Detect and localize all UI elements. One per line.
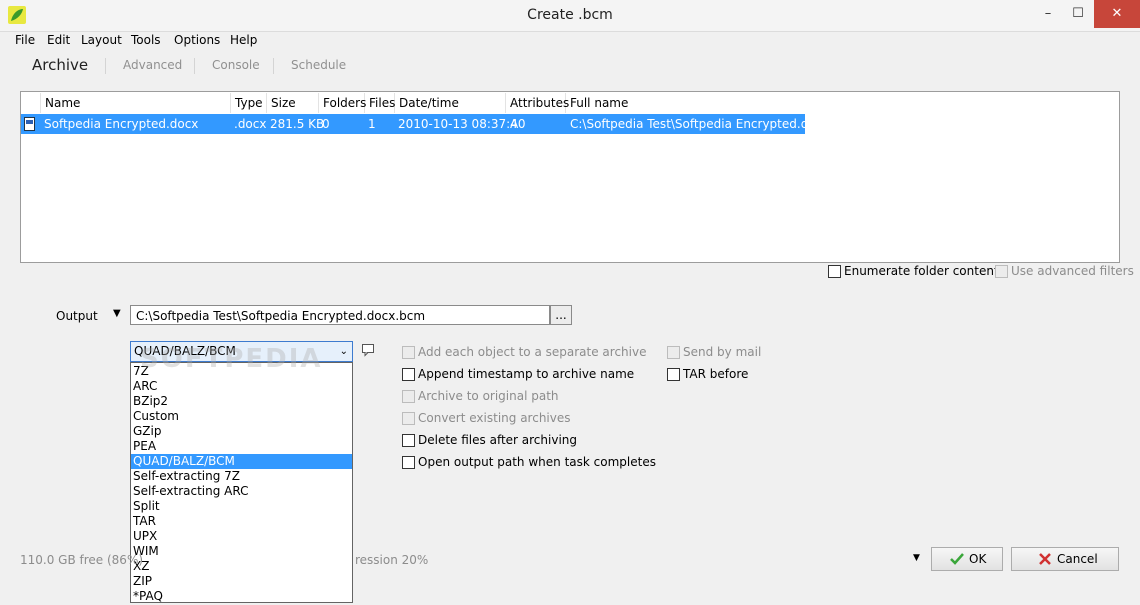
format-option-7z[interactable]: 7Z [131,364,352,379]
column-header-size[interactable]: Size [267,93,319,113]
column-header-fullname[interactable]: Full name [566,93,806,113]
column-header-datetime[interactable]: Date/time [395,93,506,113]
original-path-checkbox[interactable] [402,390,415,403]
column-header-files[interactable]: Files [365,93,395,113]
format-option-gzip[interactable]: GZip [131,424,352,439]
ok-label: OK [969,552,987,566]
cell-type: .docx [234,117,267,131]
cell-name: Softpedia Encrypted.docx [44,117,199,131]
open-output-label: Open output path when task completes [418,455,656,469]
cell-attributes: A [510,117,519,131]
cell-files: 1 [368,117,376,131]
cell-folders: 0 [322,117,330,131]
format-option-zip[interactable]: ZIP [131,574,352,589]
column-header-name[interactable]: Name [41,93,231,113]
append-timestamp-label: Append timestamp to archive name [418,367,635,381]
ok-button[interactable]: OK [931,547,1003,571]
convert-archives-checkbox[interactable] [402,412,415,425]
advanced-filters-checkbox[interactable] [995,265,1008,278]
tar-before-checkbox[interactable] [667,368,680,381]
document-icon [24,117,35,131]
menu-options[interactable]: Options [174,33,220,47]
convert-archives-label: Convert existing archives [418,411,571,425]
tab-separator [194,58,195,74]
format-option-sfx-arc[interactable]: Self-extracting ARC [131,484,352,499]
format-option-arc[interactable]: ARC [131,379,352,394]
check-icon [950,553,964,565]
format-option-custom[interactable]: Custom [131,409,352,424]
cell-fullname: C:\Softpedia Test\Softpedia Encrypted.do… [570,117,830,131]
format-option-upx[interactable]: UPX [131,529,352,544]
column-header-attributes[interactable]: Attributes [506,93,569,113]
append-timestamp-checkbox[interactable] [402,368,415,381]
menu-file[interactable]: File [15,33,35,47]
tar-before-label: TAR before [683,367,749,381]
chevron-down-icon: ⌄ [339,346,348,357]
column-header-type[interactable]: Type [231,93,267,113]
cancel-x-icon [1039,553,1051,565]
enumerate-folder-checkbox[interactable] [828,265,841,278]
column-header-folders[interactable]: Folders [319,93,366,113]
menu-tools[interactable]: Tools [131,33,161,47]
format-select[interactable]: QUAD/BALZ/BCM ⌄ [130,341,353,362]
format-option-quad[interactable]: QUAD/BALZ/BCM [131,454,352,469]
output-path-input[interactable]: C:\Softpedia Test\Softpedia Encrypted.do… [130,305,550,325]
tab-separator [273,58,274,74]
cancel-label: Cancel [1057,552,1098,566]
format-option-wim[interactable]: WIM [131,544,352,559]
ok-dropdown-arrow-icon[interactable]: ▼ [913,553,920,563]
menu-edit[interactable]: Edit [47,33,70,47]
menu-layout[interactable]: Layout [81,33,122,47]
tab-separator [105,58,106,74]
browse-button[interactable]: ... [550,305,572,325]
delete-files-label: Delete files after archiving [418,433,578,447]
enumerate-folder-label: Enumerate folder content [844,264,999,278]
delete-files-checkbox[interactable] [402,434,415,447]
column-header-icon [21,93,41,113]
menu-bar: File Edit Layout Tools Options Help [0,31,1140,51]
maximize-button[interactable]: ☐ [1062,0,1094,28]
format-option-split[interactable]: Split [131,499,352,514]
separate-archive-label: Add each object to a separate archive [418,345,647,359]
table-row[interactable]: Softpedia Encrypted.docx .docx 281.5 KB … [21,114,829,134]
format-option-pea[interactable]: PEA [131,439,352,454]
format-option-paq[interactable]: *PAQ [131,589,352,604]
format-dropdown-list[interactable]: 7Z ARC BZip2 Custom GZip PEA QUAD/BALZ/B… [130,362,353,603]
close-button[interactable]: ✕ [1094,0,1140,28]
format-selected-value: QUAD/BALZ/BCM [134,344,236,358]
format-option-xz[interactable]: XZ [131,559,352,574]
send-mail-checkbox[interactable] [667,346,680,359]
open-output-checkbox[interactable] [402,456,415,469]
comment-icon[interactable] [361,343,375,357]
minimize-button[interactable]: – [1034,0,1062,28]
window-title: Create .bcm [527,7,613,23]
compression-status: ression 20% [355,553,429,567]
advanced-filters-label: Use advanced filters [1011,264,1134,278]
format-option-bzip2[interactable]: BZip2 [131,394,352,409]
cancel-button[interactable]: Cancel [1011,547,1119,571]
tab-archive[interactable]: Archive [32,56,88,74]
send-mail-label: Send by mail [683,345,762,359]
output-dropdown-arrow-icon[interactable]: ▼ [113,308,121,319]
cell-datetime: 2010-10-13 08:37:40 [398,117,526,131]
separate-archive-checkbox[interactable] [402,346,415,359]
free-space-status: 110.0 GB free (86%) [20,553,144,567]
output-label: Output [56,309,98,323]
tab-schedule[interactable]: Schedule [291,58,346,72]
cell-size: 281.5 KB [270,117,325,131]
original-path-label: Archive to original path [418,389,559,403]
tab-console[interactable]: Console [212,58,260,72]
menu-help[interactable]: Help [230,33,257,47]
tab-advanced[interactable]: Advanced [123,58,182,72]
format-option-tar[interactable]: TAR [131,514,352,529]
format-option-sfx-7z[interactable]: Self-extracting 7Z [131,469,352,484]
